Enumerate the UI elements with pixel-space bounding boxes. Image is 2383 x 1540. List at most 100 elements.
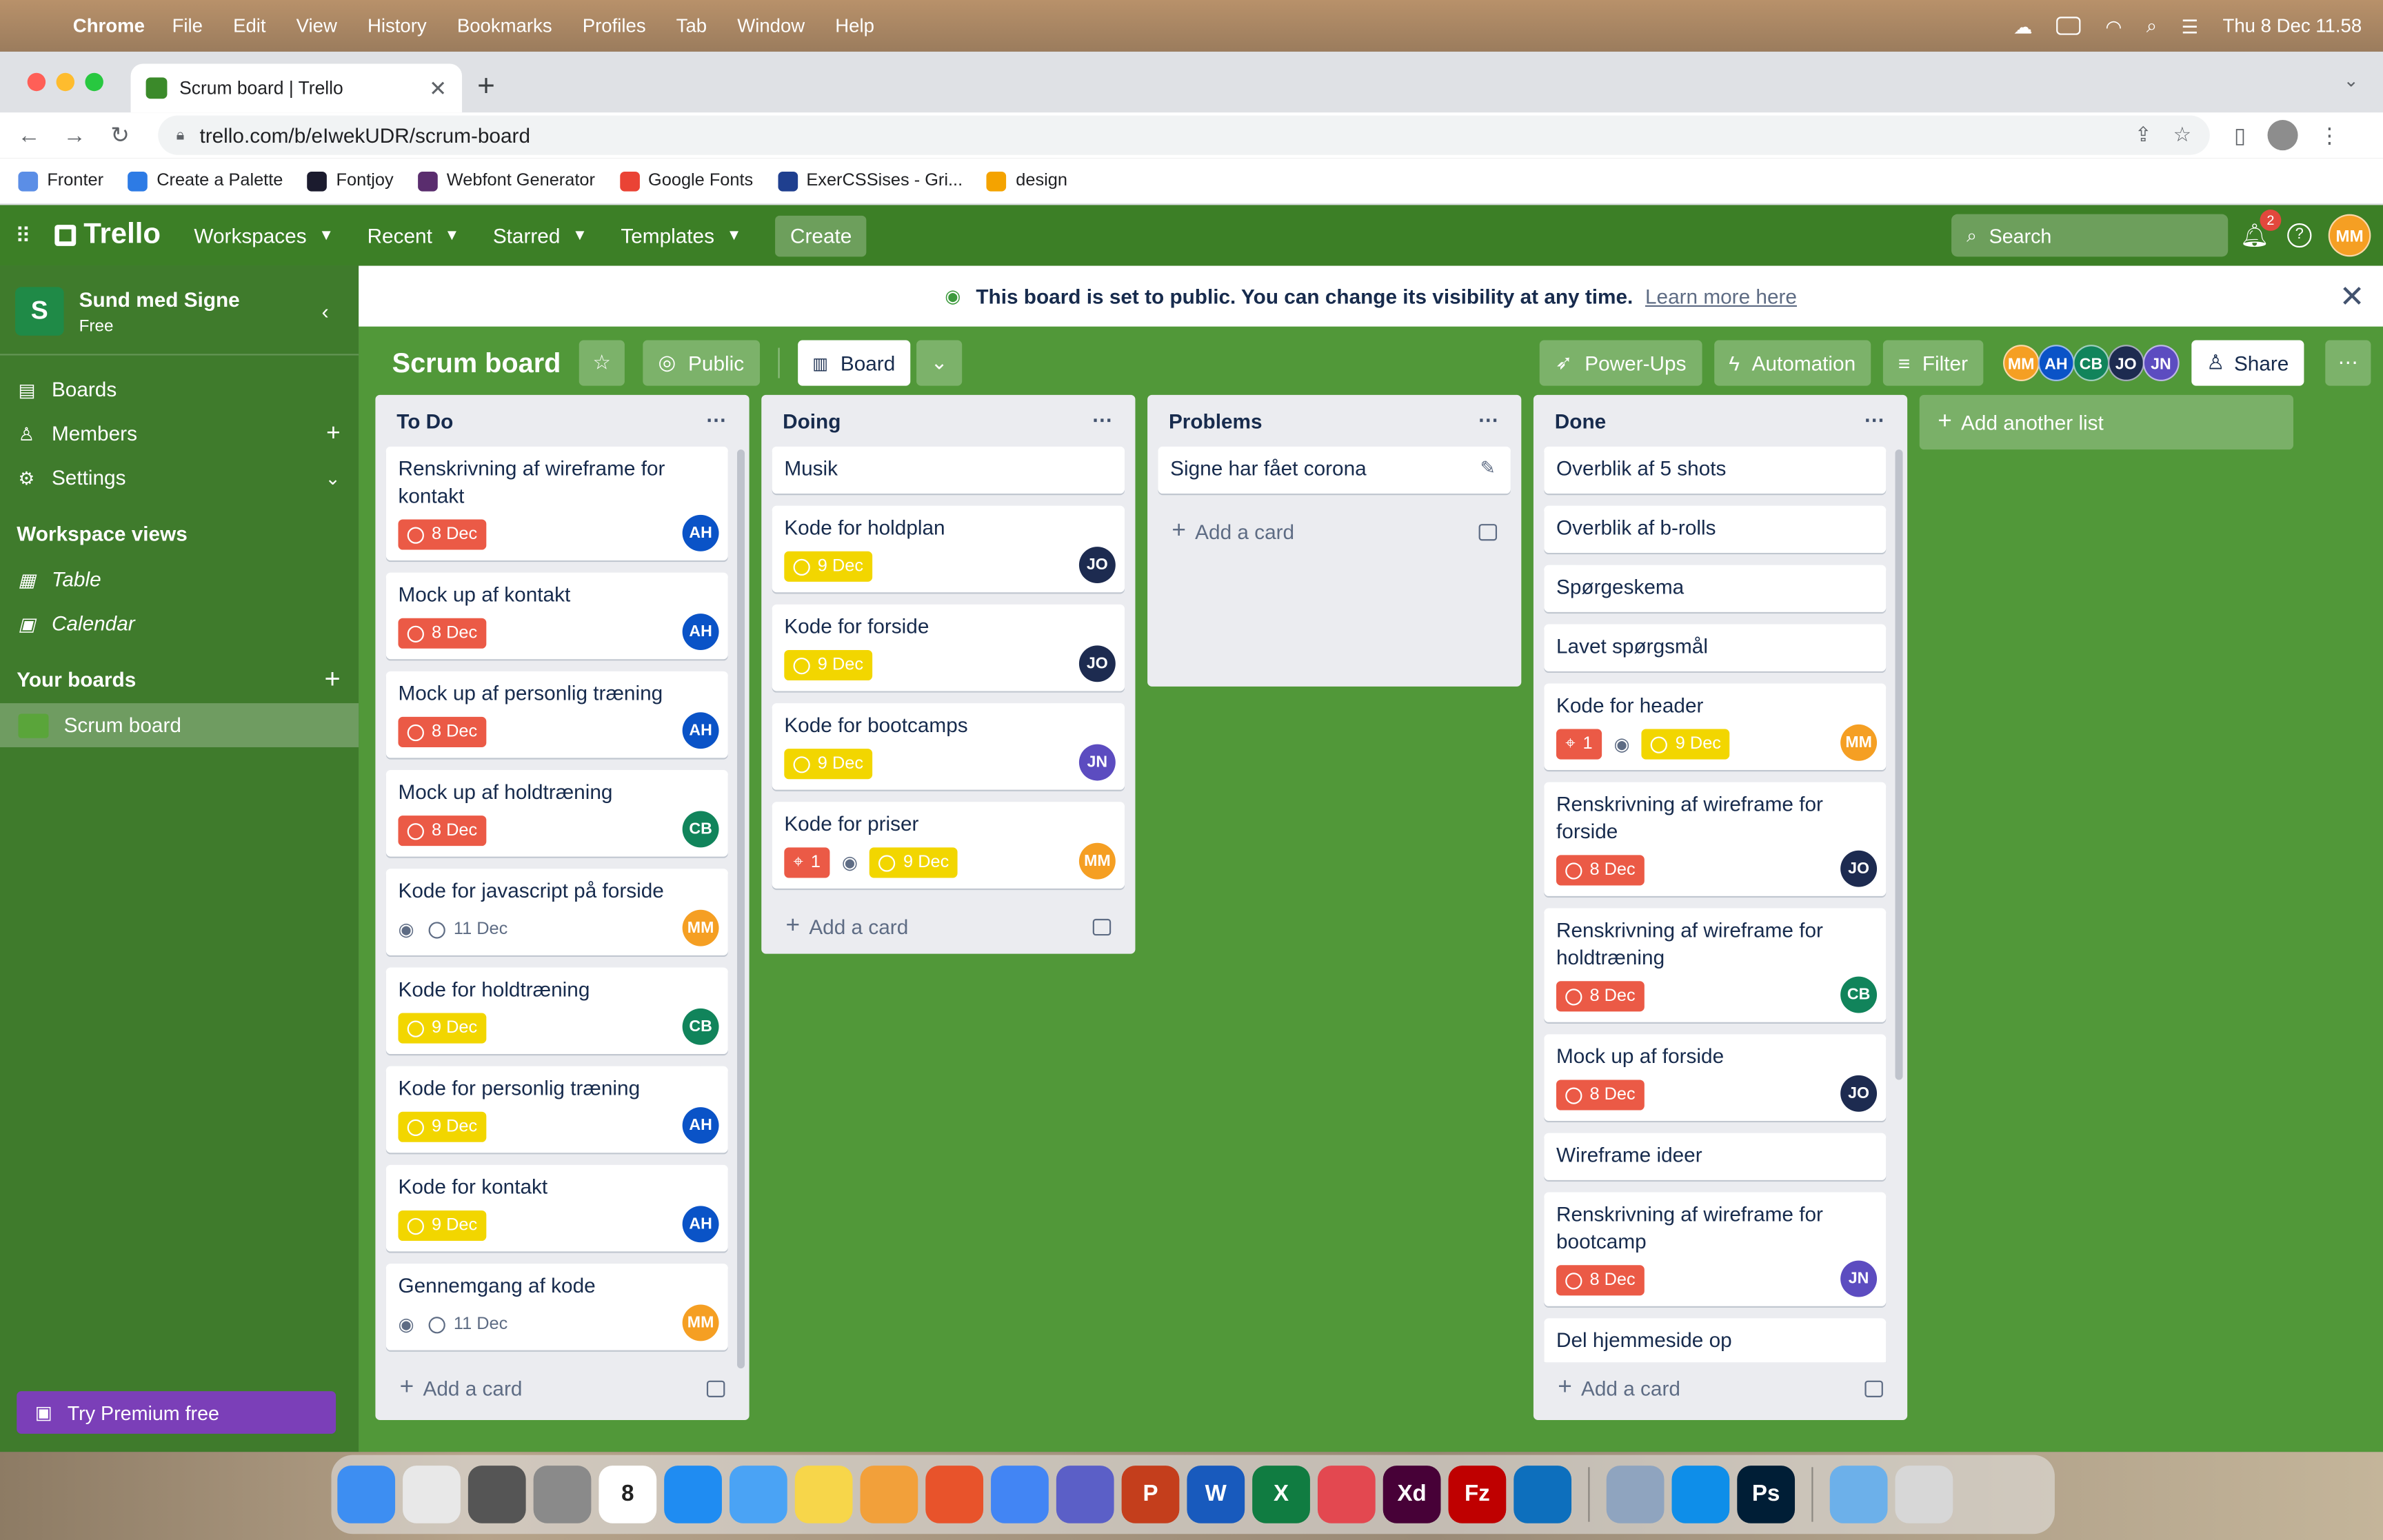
- menu-window[interactable]: Window: [737, 15, 805, 37]
- add-card-button[interactable]: + Add a card: [1147, 506, 1521, 558]
- due-date-badge[interactable]: 9 Dec: [784, 749, 873, 780]
- notes-icon[interactable]: [794, 1466, 853, 1523]
- calendar-icon[interactable]: 8: [599, 1466, 657, 1523]
- lock-icon[interactable]: 🔒︎: [177, 127, 185, 143]
- finder-icon[interactable]: [337, 1466, 396, 1523]
- add-card-button[interactable]: + Add a card: [1534, 1362, 1907, 1414]
- close-banner-icon[interactable]: ✕: [2340, 278, 2365, 316]
- address-url[interactable]: trello.com/b/eIwekUDR/scrum-board: [199, 124, 530, 147]
- spotlight-search-icon[interactable]: ⌕: [2146, 14, 2157, 37]
- bookmark-item[interactable]: Google Fonts: [619, 170, 753, 191]
- card-member-avatar[interactable]: AH: [682, 614, 719, 650]
- bookmark-star-icon[interactable]: ☆: [2173, 123, 2192, 147]
- card-template-icon[interactable]: [1864, 1379, 1883, 1397]
- card[interactable]: Signe har fået corona ✎: [1158, 446, 1511, 494]
- recent-menu[interactable]: Recent ▼: [368, 224, 460, 247]
- card[interactable]: Lavet spørgsmål: [1544, 624, 1887, 671]
- bookmark-item[interactable]: Fontjoy: [307, 170, 394, 191]
- add-card-button[interactable]: + Add a card: [375, 1362, 749, 1414]
- list-scrollbar[interactable]: [736, 449, 745, 1369]
- bookmark-item[interactable]: Create a Palette: [128, 170, 283, 191]
- card[interactable]: Kode for holdtræning 9 Dec CB: [385, 967, 728, 1055]
- control-center-icon[interactable]: ☰: [2182, 14, 2199, 37]
- menu-help[interactable]: Help: [835, 15, 874, 37]
- sidebar-item-settings[interactable]: ⚙ Settings ⌄: [0, 456, 359, 500]
- window-close-button[interactable]: [27, 72, 46, 92]
- card[interactable]: Kode for forside 9 Dec JO: [772, 604, 1125, 691]
- add-member-icon[interactable]: +: [326, 420, 341, 447]
- board-view-button[interactable]: ▥ Board: [797, 340, 911, 386]
- sidebar-item-scrum-board[interactable]: Scrum board: [0, 703, 359, 747]
- due-date-badge[interactable]: 8 Dec: [398, 815, 487, 847]
- bookmark-item[interactable]: ExerCSSises - Gri...: [777, 170, 963, 191]
- sidebar-item-calendar[interactable]: ▣ Calendar: [0, 601, 359, 645]
- card[interactable]: Gennemgang af kode ◉ 11 Dec MM: [385, 1264, 728, 1350]
- menu-tab[interactable]: Tab: [676, 15, 707, 37]
- automation-button[interactable]: ϟ Automation: [1713, 340, 1871, 386]
- photos-icon[interactable]: [860, 1466, 918, 1523]
- app-switcher-icon[interactable]: ⠿: [15, 223, 39, 248]
- card-member-avatar[interactable]: MM: [682, 909, 719, 946]
- active-app-menu[interactable]: Chrome: [73, 15, 145, 37]
- card-template-icon[interactable]: [1092, 918, 1112, 935]
- chevron-down-icon[interactable]: ⌄: [325, 467, 341, 488]
- card-member-avatar[interactable]: MM: [1840, 724, 1878, 761]
- card[interactable]: Renskrivning af wireframe for bootcamp 8 …: [1544, 1192, 1887, 1306]
- card-member-avatar[interactable]: AH: [682, 712, 719, 749]
- card[interactable]: Overblik af b-rolls: [1544, 505, 1887, 553]
- workspace-logo[interactable]: S: [15, 287, 64, 336]
- help-icon[interactable]: ?: [2287, 223, 2312, 248]
- menu-history[interactable]: History: [368, 15, 427, 37]
- list-menu-icon[interactable]: ⋯: [1092, 409, 1114, 433]
- window-zoom-button[interactable]: [85, 72, 103, 92]
- add-another-list-button[interactable]: + Add another list: [1919, 394, 2293, 450]
- list-title[interactable]: Problems: [1169, 409, 1263, 432]
- due-date-badge[interactable]: 9 Dec: [398, 1111, 487, 1142]
- due-date-badge[interactable]: 11 Dec: [426, 1309, 511, 1339]
- forward-icon[interactable]: →: [52, 122, 97, 148]
- card-template-icon[interactable]: [1478, 523, 1498, 540]
- chrome-icon[interactable]: [991, 1466, 1049, 1523]
- address-bar[interactable]: 🔒︎ trello.com/b/eIwekUDR/scrum-board ⇪ ☆: [158, 115, 2210, 155]
- card-member-avatar[interactable]: CB: [1840, 976, 1878, 1013]
- new-tab-button[interactable]: +: [477, 70, 495, 105]
- due-date-badge[interactable]: 9 Dec: [398, 1210, 487, 1242]
- card[interactable]: Kode for priser ⌖ 1 ◉ 9 Dec MM: [772, 802, 1125, 889]
- trello-logo[interactable]: Trello: [54, 219, 161, 252]
- member-avatar[interactable]: JN: [2142, 345, 2180, 382]
- app-store-icon[interactable]: [664, 1466, 722, 1523]
- list-menu-icon[interactable]: ⋯: [706, 409, 728, 433]
- card[interactable]: Kode for javascript på forside ◉ 11 Dec MM: [385, 869, 728, 955]
- powerpoint-icon[interactable]: P: [1121, 1466, 1180, 1523]
- due-date-badge[interactable]: 8 Dec: [398, 618, 487, 649]
- card[interactable]: Renskrivning af wireframe for kontakt 8 D…: [385, 446, 728, 560]
- launchpad-icon[interactable]: [403, 1466, 461, 1523]
- card-member-avatar[interactable]: JO: [1078, 645, 1116, 682]
- reload-icon[interactable]: ↻: [97, 121, 143, 148]
- menu-edit[interactable]: Edit: [233, 15, 265, 37]
- list-title[interactable]: Done: [1555, 409, 1606, 432]
- card-member-avatar[interactable]: AH: [682, 1206, 719, 1243]
- preview-icon[interactable]: [1606, 1466, 1665, 1523]
- card[interactable]: Del hjemmeside op: [1544, 1318, 1887, 1363]
- card[interactable]: Renskrivning af wireframe for holdtrænin…: [1544, 908, 1887, 1022]
- card-template-icon[interactable]: [706, 1379, 725, 1397]
- member-avatar[interactable]: MM: [2002, 345, 2040, 382]
- list-header[interactable]: To Do ⋯: [375, 395, 749, 447]
- card-member-avatar[interactable]: AH: [682, 514, 719, 551]
- add-board-icon[interactable]: +: [325, 663, 341, 695]
- list-header[interactable]: Problems ⋯: [1147, 395, 1521, 447]
- card-member-avatar[interactable]: JO: [1078, 547, 1116, 584]
- card-member-avatar[interactable]: MM: [682, 1304, 719, 1341]
- bookmark-item[interactable]: Webfont Generator: [417, 170, 595, 191]
- power-ups-button[interactable]: ➶ Power-Ups: [1540, 340, 1702, 386]
- due-date-badge[interactable]: 9 Dec: [1642, 729, 1731, 760]
- creative-cloud-icon[interactable]: [1317, 1466, 1376, 1523]
- share-page-icon[interactable]: ⇪: [2135, 123, 2152, 147]
- try-premium-button[interactable]: ▣ Try Premium free: [17, 1391, 336, 1434]
- due-date-badge[interactable]: 9 Dec: [784, 551, 873, 582]
- menu-view[interactable]: View: [296, 15, 337, 37]
- due-date-badge[interactable]: 9 Dec: [398, 1013, 487, 1044]
- notifications-bell-icon[interactable]: 🔔︎ 2: [2240, 210, 2282, 249]
- firefox-icon[interactable]: [925, 1466, 984, 1523]
